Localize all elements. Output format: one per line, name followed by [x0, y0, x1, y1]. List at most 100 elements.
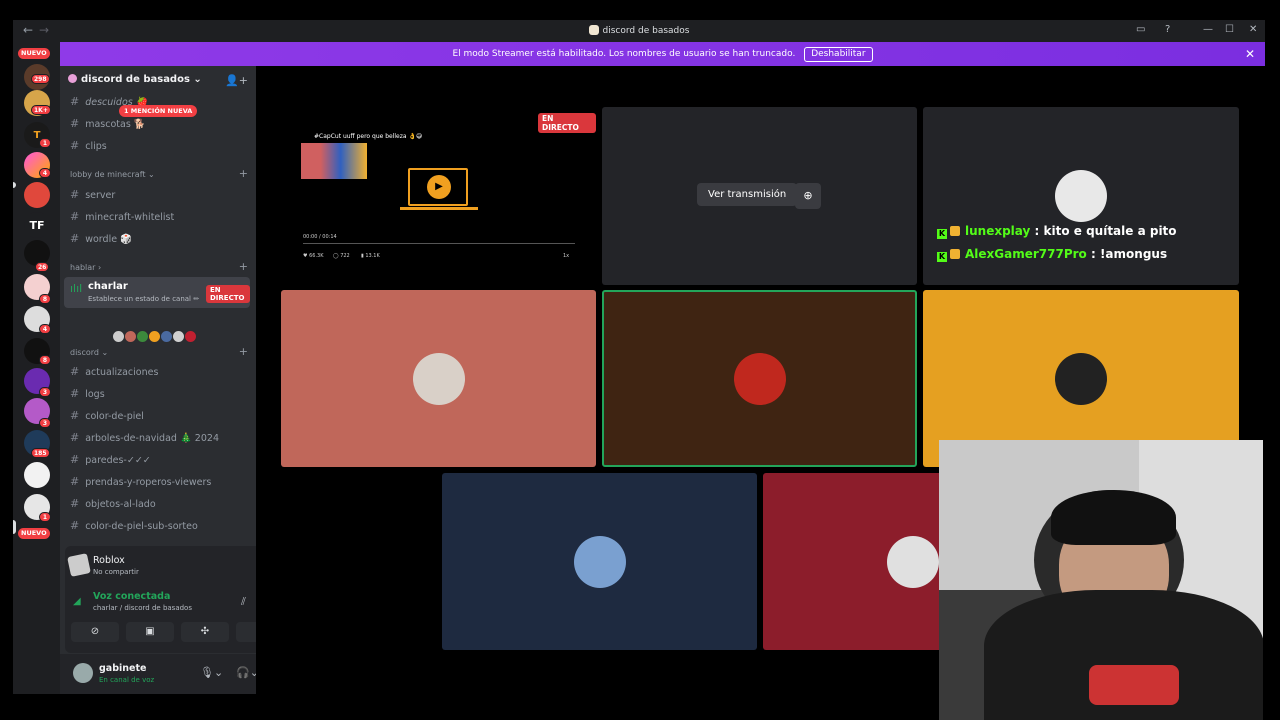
- avatar: [573, 535, 626, 588]
- watch-together-icon[interactable]: ⊕: [795, 183, 821, 209]
- hash-icon: #: [70, 409, 80, 422]
- activity-title: Roblox: [93, 555, 125, 566]
- channel-color-de-piel-sub-sorteo[interactable]: # color-de-piel-sub-sorteo: [70, 519, 198, 532]
- banner-close-icon[interactable]: ✕: [1245, 42, 1255, 66]
- crown-icon: [950, 226, 960, 236]
- invite-icon[interactable]: 👤+: [225, 74, 248, 87]
- stat-likes: ♥ 66.3K: [303, 253, 324, 259]
- channel-paredes[interactable]: # paredes-✓✓✓: [70, 453, 151, 466]
- activities-button[interactable]: ✣: [181, 622, 229, 642]
- avatar[interactable]: [73, 663, 93, 683]
- participant-tile[interactable]: [442, 473, 757, 650]
- badge: 1: [39, 512, 51, 522]
- stream-caption: #CapCut uuff pero que belleza 👌😅: [314, 133, 423, 140]
- stream-tile[interactable]: EN DIRECTO #CapCut uuff pero que belleza…: [281, 107, 596, 285]
- server-icon[interactable]: [24, 182, 50, 208]
- channel-prendas[interactable]: # prendas-y-roperos-viewers: [70, 475, 211, 488]
- server-icon: [588, 25, 599, 35]
- chat-message: K AlexGamer777Pro : !amongus: [937, 247, 1168, 262]
- title-bar: ← → discord de basados ▭ ? — ☐ ✕: [13, 20, 1265, 42]
- camera-button[interactable]: ⊘: [71, 622, 119, 642]
- add-channel-icon[interactable]: +: [239, 260, 248, 273]
- stat-comments: ◯ 722: [333, 253, 350, 259]
- server-rail: NUEVO 298 1K+ T 1 4 TF 26 8 4 8 3 3 185 …: [13, 42, 60, 694]
- channel-objetos[interactable]: # objetos-al-lado: [70, 497, 156, 510]
- badge: 4: [39, 168, 51, 178]
- channel-color-de-piel[interactable]: # color-de-piel: [70, 409, 144, 422]
- server-icon[interactable]: TF: [24, 212, 50, 238]
- hair: [1051, 490, 1176, 545]
- voice-connected-title[interactable]: Voz conectada: [93, 591, 170, 602]
- roblox-icon: [67, 553, 91, 577]
- hash-icon: #: [70, 232, 80, 245]
- window-title: discord de basados: [13, 25, 1265, 36]
- badge: 1K+: [31, 105, 51, 115]
- crown-icon: [950, 249, 960, 259]
- channel-mascotas[interactable]: # mascotas 🐕: [70, 117, 146, 130]
- new-pill: NUEVO: [18, 48, 50, 59]
- category-hablar[interactable]: hablar ›: [70, 263, 101, 272]
- voice-channel-charlar[interactable]: ılıl charlar Establece un estado de cana…: [64, 277, 250, 308]
- screen-share-button[interactable]: ▣: [126, 622, 174, 642]
- play-icon[interactable]: ▶: [427, 175, 451, 199]
- channel-logs[interactable]: # logs: [70, 387, 105, 400]
- close-icon[interactable]: ✕: [1249, 24, 1257, 35]
- badge: 185: [31, 448, 50, 458]
- channel-server[interactable]: # server: [70, 188, 115, 201]
- hash-icon: #: [70, 139, 80, 152]
- username[interactable]: gabinete: [99, 663, 146, 674]
- participant-tile-speaking[interactable]: [602, 290, 917, 467]
- server-name[interactable]: discord de basados ⌄: [68, 74, 202, 85]
- add-channel-icon[interactable]: +: [239, 167, 248, 180]
- mention-pill[interactable]: 1 MENCIÓN NUEVA: [119, 105, 198, 117]
- channel-minecraft-whitelist[interactable]: # minecraft-whitelist: [70, 210, 174, 223]
- inbox-icon[interactable]: ▭: [1136, 24, 1145, 35]
- voice-channel-status[interactable]: Establece un estado de canal ✏: [88, 295, 199, 303]
- watch-stream-button[interactable]: Ver transmisión: [697, 183, 798, 206]
- hash-icon: #: [70, 188, 80, 201]
- help-icon[interactable]: ?: [1165, 24, 1170, 35]
- channel-actualizaciones[interactable]: # actualizaciones: [70, 365, 158, 378]
- activity-subtitle: No compartir: [93, 568, 139, 576]
- noise-suppression-icon[interactable]: ⫽: [241, 595, 246, 609]
- new-pill: NUEVO: [18, 528, 50, 539]
- badge: 8: [39, 355, 51, 365]
- chat-stream-tile[interactable]: Klunexplay : kito e quítale a pito K Alex…: [923, 107, 1239, 285]
- hidden-stream-tile[interactable]: Ver transmisión ⊕: [602, 107, 917, 285]
- badge: 3: [39, 418, 51, 428]
- speaker-icon: ılıl: [70, 282, 83, 295]
- laptop-base: [400, 207, 478, 210]
- add-channel-icon[interactable]: +: [239, 345, 248, 358]
- participant-tile[interactable]: [281, 290, 596, 467]
- speed-label[interactable]: 1x: [563, 253, 569, 259]
- hash-icon: #: [70, 475, 80, 488]
- server-icon[interactable]: [24, 462, 50, 488]
- channel-clips[interactable]: # clips: [70, 139, 107, 152]
- hash-icon: #: [70, 497, 80, 510]
- channel-arboles-de-navidad[interactable]: # arboles-de-navidad 🎄 2024: [70, 431, 219, 444]
- category-discord[interactable]: discord ⌄: [70, 348, 108, 357]
- unread-pip: [13, 182, 16, 188]
- hash-icon: #: [70, 117, 80, 130]
- hash-icon: #: [70, 453, 80, 466]
- channel-wordle[interactable]: # wordle 🎲: [70, 232, 132, 245]
- progress-bar[interactable]: [303, 243, 575, 244]
- category-minecraft[interactable]: lobby de minecraft ⌄: [70, 170, 155, 179]
- badge: 4: [39, 324, 51, 334]
- voice-connected-subtitle[interactable]: charlar / discord de basados: [93, 604, 192, 612]
- avatar: [887, 535, 939, 588]
- maximize-icon[interactable]: ☐: [1225, 24, 1234, 35]
- hand-object: [1089, 665, 1179, 705]
- kick-icon: K: [937, 229, 947, 239]
- badge: 298: [31, 74, 50, 84]
- webcam-overlay: [939, 440, 1263, 720]
- microphone-icon[interactable]: 🎙⌄: [200, 666, 223, 679]
- hash-icon: #: [70, 365, 80, 378]
- avatar: [1055, 170, 1107, 222]
- badge: 26: [35, 262, 50, 272]
- disable-button[interactable]: Deshabilitar: [804, 47, 873, 62]
- minimize-icon[interactable]: —: [1203, 24, 1213, 35]
- badge: 3: [39, 387, 51, 397]
- voice-user-avatar[interactable]: [184, 330, 197, 343]
- chat-message: Klunexplay : kito e quítale a pito: [937, 224, 1177, 239]
